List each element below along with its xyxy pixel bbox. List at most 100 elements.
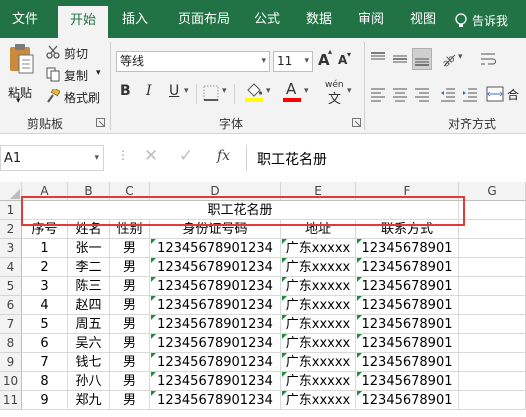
chevron-down-icon[interactable]: ▾ xyxy=(458,52,463,62)
column-header-g[interactable]: G xyxy=(459,182,526,201)
increase-indent-icon[interactable] xyxy=(462,86,478,102)
column-header-c[interactable]: C xyxy=(110,182,150,201)
enter-icon[interactable]: ✓ xyxy=(179,146,193,166)
table-cell[interactable]: 3 xyxy=(22,277,68,296)
row-header-5[interactable]: 5 xyxy=(0,277,22,296)
table-cell[interactable]: 广东xxxxx xyxy=(281,277,356,296)
copy-dropdown-icon[interactable]: ▾ xyxy=(96,68,101,78)
copy-button[interactable]: 复制 ▾ xyxy=(44,66,108,84)
grow-font-button[interactable]: A ▴ xyxy=(318,47,334,71)
merge-center-button[interactable]: 合 xyxy=(486,84,526,106)
column-header-d[interactable]: D xyxy=(150,182,281,201)
table-cell[interactable]: 12345678901 xyxy=(356,353,459,372)
cell[interactable] xyxy=(459,220,526,239)
table-cell[interactable]: 李二 xyxy=(68,258,110,277)
header-cell[interactable]: 性别 xyxy=(110,220,150,239)
table-cell[interactable]: 12345678901 xyxy=(356,258,459,277)
table-cell[interactable]: 12345678901 xyxy=(356,315,459,334)
tab-formulas[interactable]: 公式 xyxy=(246,0,288,38)
tab-page-layout[interactable]: 页面布局 xyxy=(168,0,240,38)
insert-function-icon[interactable]: fx xyxy=(217,148,230,164)
select-all-corner[interactable] xyxy=(0,182,22,201)
align-bottom-button[interactable] xyxy=(412,48,432,70)
header-cell[interactable]: 姓名 xyxy=(68,220,110,239)
table-cell[interactable]: 男 xyxy=(110,239,150,258)
format-painter-button[interactable]: 格式刷 xyxy=(44,88,106,106)
align-right-icon[interactable] xyxy=(414,86,430,102)
table-cell[interactable]: 吴六 xyxy=(68,334,110,353)
font-size-select[interactable]: 11 ▾ xyxy=(273,51,313,72)
table-cell[interactable]: 8 xyxy=(22,372,68,391)
bold-button[interactable]: B xyxy=(120,83,136,103)
cell[interactable] xyxy=(459,277,526,296)
table-cell[interactable]: 12345678901 xyxy=(356,277,459,296)
cell[interactable] xyxy=(459,201,526,220)
cell[interactable] xyxy=(459,296,526,315)
table-cell[interactable]: 广东xxxxx xyxy=(281,315,356,334)
table-cell[interactable]: 男 xyxy=(110,258,150,277)
table-cell[interactable]: 广东xxxxx xyxy=(281,296,356,315)
table-cell[interactable]: 钱七 xyxy=(68,353,110,372)
shrink-font-button[interactable]: A ▾ xyxy=(338,50,354,73)
cancel-icon[interactable]: ✕ xyxy=(144,146,158,166)
table-cell[interactable]: 孙八 xyxy=(68,372,110,391)
tab-insert[interactable]: 插入 xyxy=(114,0,156,38)
table-cell[interactable]: 男 xyxy=(110,372,150,391)
paste-button[interactable]: 粘贴 ▾ xyxy=(4,44,38,108)
table-cell[interactable]: 12345678901234 xyxy=(150,296,281,315)
column-header-e[interactable]: E xyxy=(281,182,356,201)
table-cell[interactable]: 12345678901234 xyxy=(150,239,281,258)
fill-color-button[interactable]: ▾ xyxy=(245,82,275,104)
row-header-2[interactable]: 2 xyxy=(0,220,22,239)
table-cell[interactable]: 12345678901234 xyxy=(150,277,281,296)
table-cell[interactable]: 12345678901 xyxy=(356,391,459,410)
tab-view[interactable]: 视图 xyxy=(402,0,444,38)
chevron-down-icon[interactable]: ▾ xyxy=(184,86,189,96)
row-header-7[interactable]: 7 xyxy=(0,315,22,334)
italic-button[interactable]: I xyxy=(146,83,160,103)
table-cell[interactable]: 12345678901 xyxy=(356,239,459,258)
table-cell[interactable]: 广东xxxxx xyxy=(281,258,356,277)
row-header-9[interactable]: 9 xyxy=(0,353,22,372)
table-cell[interactable]: 陈三 xyxy=(68,277,110,296)
row-header-10[interactable]: 10 xyxy=(0,372,22,391)
name-box[interactable]: A1 ▾ xyxy=(0,145,104,171)
table-cell[interactable]: 男 xyxy=(110,277,150,296)
table-cell[interactable]: 张一 xyxy=(68,239,110,258)
formula-content[interactable]: 职工花名册 xyxy=(257,149,327,169)
table-cell[interactable]: 12345678901234 xyxy=(150,372,281,391)
cell[interactable] xyxy=(459,315,526,334)
tab-home[interactable]: 开始 xyxy=(58,6,108,38)
phonetic-guide-button[interactable]: wén 文 ▾ xyxy=(322,80,356,107)
table-cell[interactable]: 广东xxxxx xyxy=(281,239,356,258)
dialog-launcher-icon[interactable] xyxy=(96,118,105,127)
cut-button[interactable]: 剪切 xyxy=(44,44,104,62)
orientation-icon[interactable]: ab xyxy=(440,51,456,67)
table-cell[interactable]: 5 xyxy=(22,315,68,334)
table-cell[interactable]: 12345678901234 xyxy=(150,391,281,410)
table-cell[interactable]: 周五 xyxy=(68,315,110,334)
table-cell[interactable]: 2 xyxy=(22,258,68,277)
row-header-3[interactable]: 3 xyxy=(0,239,22,258)
header-cell[interactable]: 序号 xyxy=(22,220,68,239)
row-header-11[interactable]: 11 xyxy=(0,391,22,410)
table-cell[interactable]: 12345678901 xyxy=(356,372,459,391)
table-cell[interactable]: 12345678901 xyxy=(356,296,459,315)
tab-data[interactable]: 数据 xyxy=(298,0,340,38)
align-middle-icon[interactable] xyxy=(392,51,408,67)
table-cell[interactable]: 男 xyxy=(110,391,150,410)
table-cell[interactable]: 9 xyxy=(22,391,68,410)
table-cell[interactable]: 男 xyxy=(110,334,150,353)
table-cell[interactable]: 12345678901234 xyxy=(150,258,281,277)
borders-icon[interactable] xyxy=(203,85,219,101)
table-cell[interactable]: 郑九 xyxy=(68,391,110,410)
chevron-down-icon[interactable]: ▾ xyxy=(222,86,227,96)
paste-dropdown-icon[interactable]: ▾ xyxy=(16,96,21,106)
table-cell[interactable]: 广东xxxxx xyxy=(281,372,356,391)
column-header-b[interactable]: B xyxy=(68,182,110,201)
align-top-icon[interactable] xyxy=(370,51,386,67)
dialog-launcher-icon[interactable] xyxy=(352,118,361,127)
tell-me-search[interactable]: 告诉我 xyxy=(454,12,526,30)
table-cell[interactable]: 12345678901 xyxy=(356,334,459,353)
underline-button[interactable]: U xyxy=(169,83,183,103)
